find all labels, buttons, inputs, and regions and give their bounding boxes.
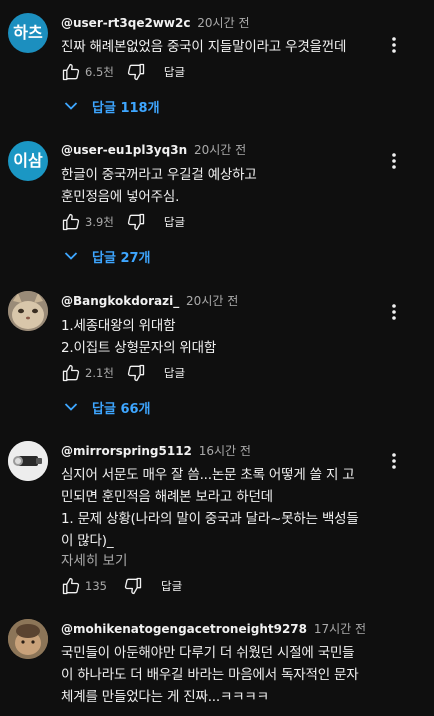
more-actions-button[interactable] [384, 149, 404, 173]
view-replies-button[interactable]: 답글 66개 [64, 396, 151, 418]
thumbs-down-icon [124, 577, 142, 595]
avatar[interactable] [8, 291, 48, 331]
view-replies-label: 답글 118개 [92, 100, 160, 116]
like-count: 6.5천 [85, 65, 114, 79]
like-button[interactable] [57, 359, 85, 387]
comment-text-line: 체계를 만들었다는 게 진짜...ㅋㅋㅋㅋ [61, 689, 269, 705]
photo-avatar-image [8, 619, 48, 659]
avatar[interactable]: 하츠 [8, 13, 48, 53]
comment-timestamp[interactable]: 17시간 전 [314, 622, 366, 636]
avatar-initials: 하츠 [13, 23, 43, 42]
comment-timestamp[interactable]: 20시간 전 [194, 143, 246, 157]
comment-author[interactable]: @user-eu1pl3yq3n [61, 143, 187, 157]
view-replies-label: 답글 27개 [92, 250, 151, 266]
view-replies-button[interactable]: 답글 118개 [64, 95, 160, 117]
thumbs-down-icon [127, 63, 145, 81]
comment-text-line: 이 많다)_ [61, 533, 114, 549]
chevron-down-icon [64, 252, 78, 260]
comment-header: @Bangkokdorazi_ 20시간 전 [61, 292, 238, 309]
like-button[interactable] [57, 572, 85, 600]
more-actions-button[interactable] [384, 33, 404, 57]
like-button[interactable] [57, 208, 85, 236]
comment-text-line: 훈민정음에 넣어주심. [61, 189, 180, 205]
comment-actions: 2.1천 답글 [57, 359, 185, 387]
chevron-down-icon [64, 403, 78, 411]
thumbs-up-icon [62, 577, 80, 595]
like-count: 135 [85, 579, 107, 593]
comment-author[interactable]: @mohikenatogengacetroneight9278 [61, 622, 307, 636]
comment-header: @user-eu1pl3yq3n 20시간 전 [61, 141, 246, 158]
cat-avatar-image [8, 291, 48, 331]
thumbs-down-icon [127, 213, 145, 231]
comment-text-line: 한글이 중국꺼라고 우길걸 예상하고 [61, 167, 257, 183]
comment-text-line: 국민들이 아둔해야만 다루기 더 쉬웠던 시절에 국민들 [61, 645, 355, 661]
like-count: 3.9천 [85, 215, 114, 229]
comment-author[interactable]: @user-rt3qe2ww2c [61, 16, 190, 30]
comment-timestamp[interactable]: 20시간 전 [197, 16, 249, 30]
comment-text-line: 1. 문제 상황(나라의 말이 중국과 달라~못하는 백성들 [61, 511, 359, 527]
comment-text-line: 1.세종대왕의 위대함 [61, 318, 176, 334]
more-vert-icon [392, 453, 396, 469]
chevron-down-icon [64, 102, 78, 110]
dislike-button[interactable] [122, 359, 150, 387]
comment-actions: 3.9천 답글 [57, 208, 185, 236]
more-actions-button[interactable] [384, 449, 404, 473]
reply-button[interactable]: 답글 [164, 214, 185, 230]
comment-header: @mohikenatogengacetroneight9278 17시간 전 [61, 620, 366, 637]
comment-actions: 6.5천 답글 [57, 58, 185, 86]
like-count: 2.1천 [85, 366, 114, 380]
reply-button[interactable]: 답글 [164, 64, 185, 80]
comment-text-line: 2.이집트 상형문자의 위대함 [61, 340, 217, 356]
avatar[interactable] [8, 441, 48, 481]
dislike-button[interactable] [119, 572, 147, 600]
thumbs-down-icon [127, 364, 145, 382]
comment-header: @mirrorspring5112 16시간 전 [61, 442, 251, 459]
view-replies-label: 답글 66개 [92, 401, 151, 417]
more-actions-button[interactable] [384, 300, 404, 324]
comment-timestamp[interactable]: 16시간 전 [199, 444, 251, 458]
avatar[interactable] [8, 619, 48, 659]
comment-actions: 135 답글 [57, 572, 182, 600]
flashlight-avatar-image [8, 441, 48, 481]
comment-timestamp[interactable]: 20시간 전 [186, 294, 238, 308]
thumbs-up-icon [62, 63, 80, 81]
thumbs-up-icon [62, 364, 80, 382]
read-more-link[interactable]: 자세히 보기 [61, 549, 127, 569]
comment-text-line: 이 하나라도 더 배우길 바라는 마음에서 독자적인 문자 [61, 667, 359, 683]
reply-button[interactable]: 답글 [164, 365, 185, 381]
comment-header: @user-rt3qe2ww2c 20시간 전 [61, 14, 250, 31]
avatar[interactable]: 이삼 [8, 141, 48, 181]
more-vert-icon [392, 153, 396, 169]
comment-author[interactable]: @mirrorspring5112 [61, 444, 192, 458]
reply-button[interactable]: 답글 [161, 578, 182, 594]
dislike-button[interactable] [122, 208, 150, 236]
more-vert-icon [392, 37, 396, 53]
more-vert-icon [392, 304, 396, 320]
avatar-initials: 이삼 [13, 151, 43, 170]
comment-text-line: 진짜 해례본없었음 중국이 지들말이라고 우겻을껀데 [61, 39, 347, 55]
comment-text-line: 심지어 서문도 매우 잘 씀...논문 초록 어떻게 쓸 지 고 [61, 467, 355, 483]
comment-text-line: 민되면 훈민적음 해례본 보라고 하던데 [61, 489, 273, 505]
like-button[interactable] [57, 58, 85, 86]
view-replies-button[interactable]: 답글 27개 [64, 245, 151, 267]
thumbs-up-icon [62, 213, 80, 231]
dislike-button[interactable] [122, 58, 150, 86]
comment-author[interactable]: @Bangkokdorazi_ [61, 294, 179, 308]
